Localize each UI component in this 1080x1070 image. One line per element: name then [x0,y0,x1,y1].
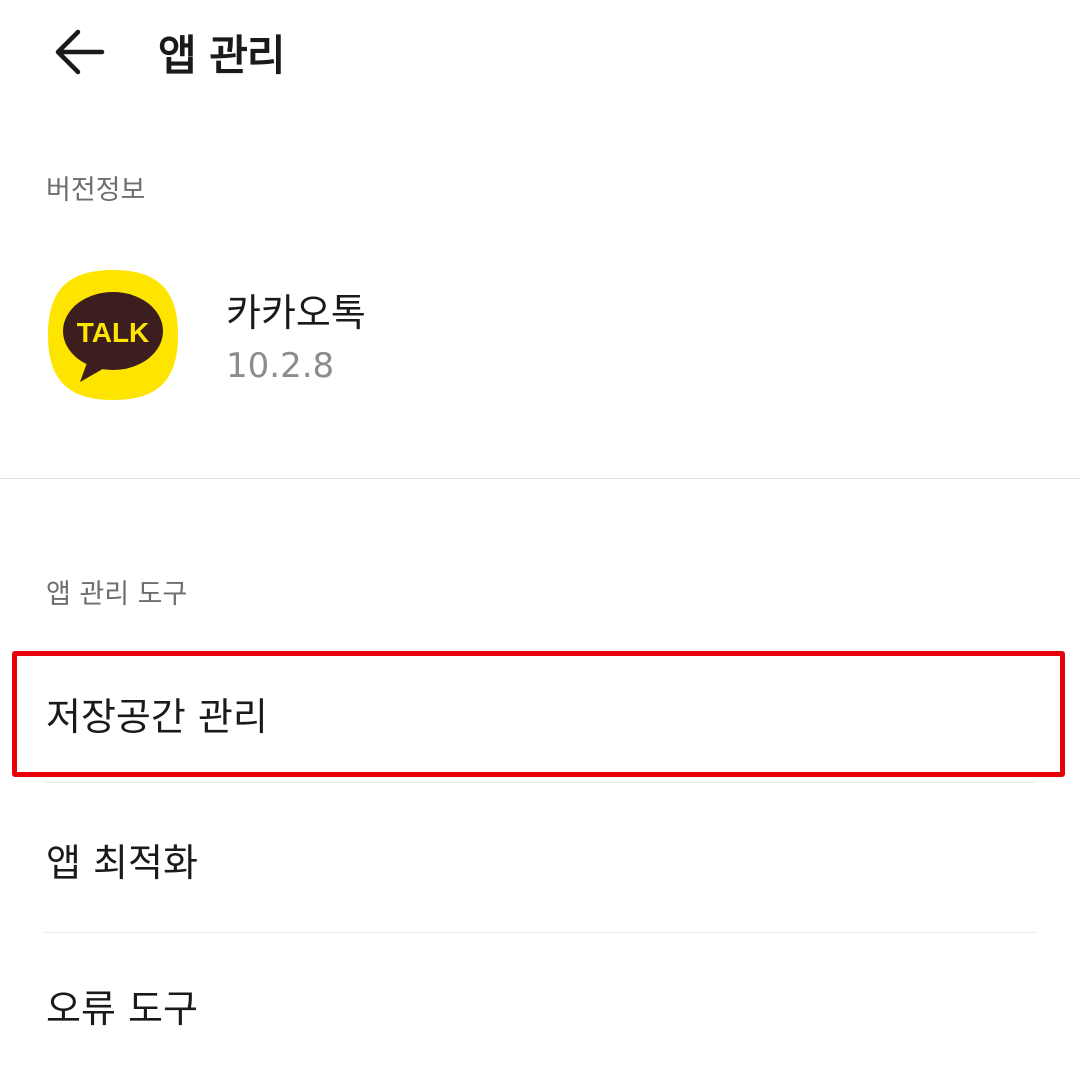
item-divider [44,932,1036,933]
top-app-bar: 앱 관리 [0,0,1080,110]
app-optimization-item[interactable]: 앱 최적화 [46,832,1036,887]
version-section-label: 버전정보 [46,175,146,206]
app-version: 10.2.8 [226,346,335,386]
arrow-left-icon [55,29,105,75]
tools-section-label: 앱 관리 도구 [46,579,188,610]
app-info-row: TALK 카카오톡 10.2.8 [46,268,1046,402]
page-title: 앱 관리 [158,31,286,80]
error-tools-item[interactable]: 오류 도구 [46,978,1036,1033]
back-button[interactable] [44,20,116,84]
app-icon-text: TALK [77,317,150,348]
kakaotalk-app-icon: TALK [48,270,178,400]
app-name: 카카오톡 [226,291,366,335]
item-divider [44,782,1036,783]
app-management-page: 앱 관리 버전정보 TALK 카카오톡 10.2.8 앱 관리 도구 저장공간 … [0,0,1080,1070]
storage-management-item[interactable]: 저장공간 관리 [46,686,1036,741]
section-divider [0,478,1080,479]
